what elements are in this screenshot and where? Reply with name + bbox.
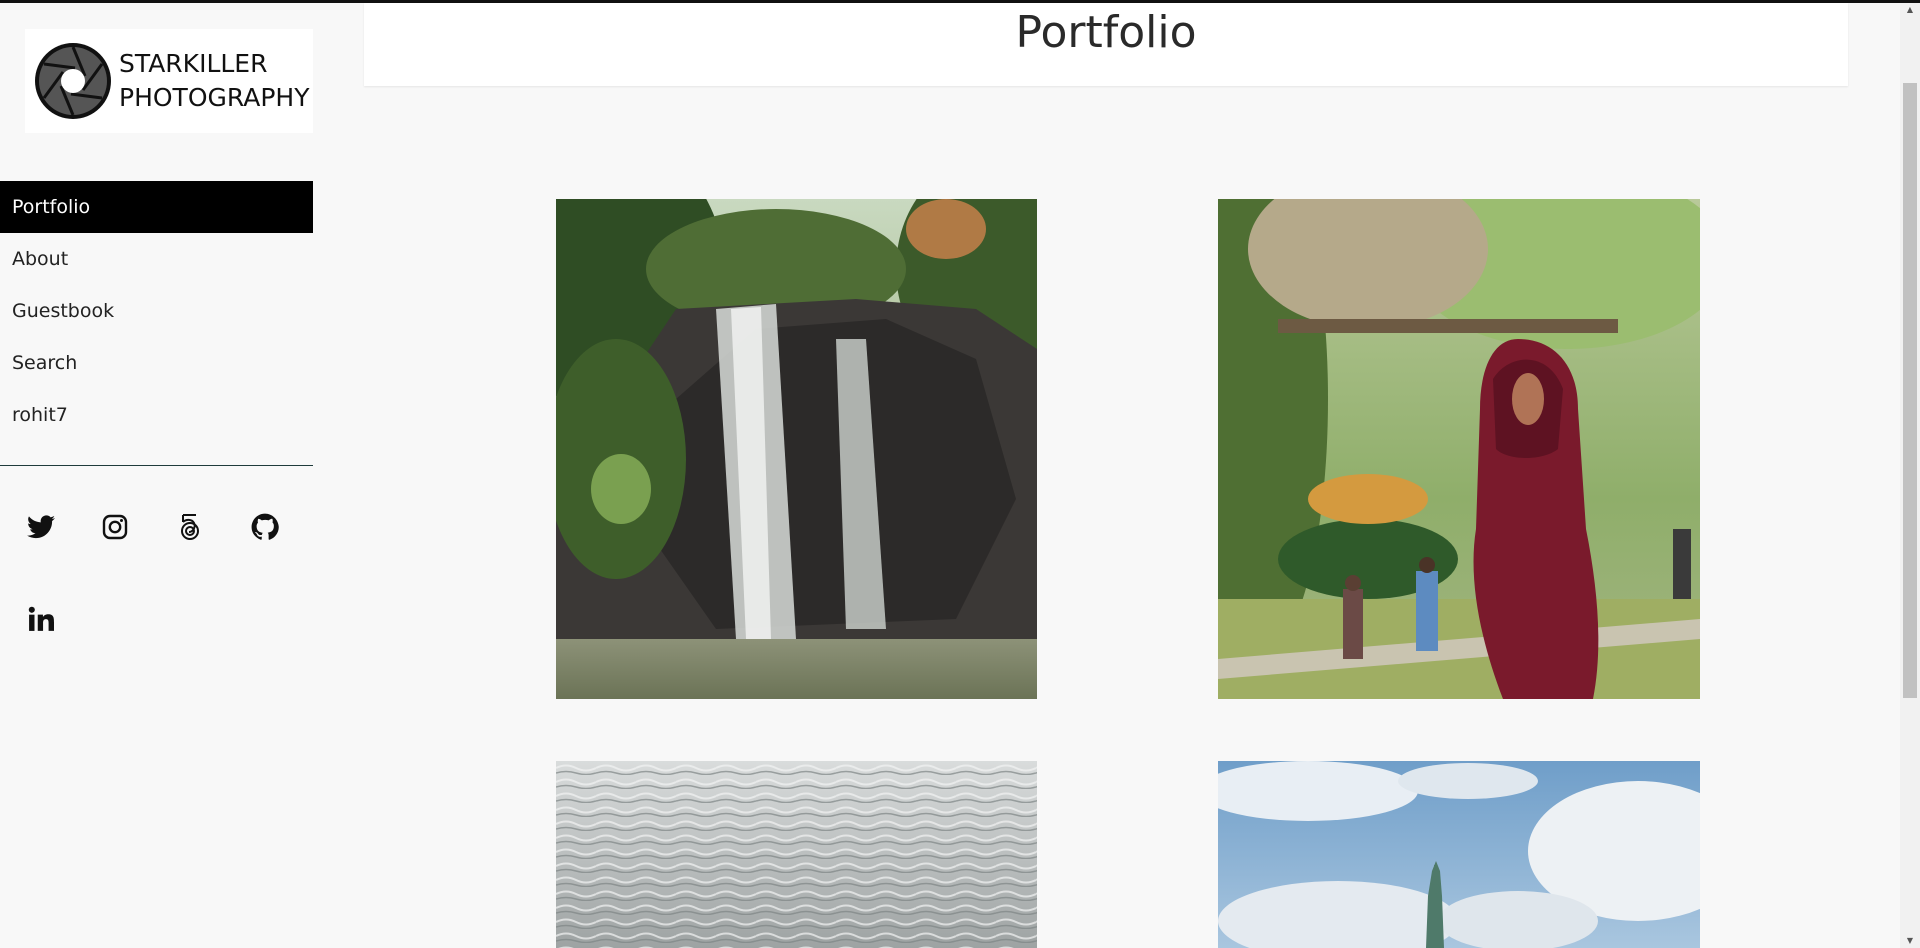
logo-text: STARKILLER PHOTOGRAPHY [119,47,309,115]
nav-item-label: rohit7 [12,404,68,426]
page-scrollbar[interactable]: ▲ ▼ [1900,3,1920,948]
nav-item-user[interactable]: rohit7 [0,389,313,441]
nav-item-portfolio[interactable]: Portfolio [0,181,313,233]
scroll-thumb[interactable] [1903,83,1917,698]
nav-item-label: Search [12,352,78,374]
aperture-logo-icon [35,43,111,119]
instagram-icon[interactable] [99,511,131,543]
nav-item-label: Portfolio [12,196,91,218]
site-logo[interactable]: STARKILLER PHOTOGRAPHY [25,29,313,133]
page-title: Portfolio [1015,7,1197,58]
water-image [556,761,1037,948]
photo-waterfall[interactable] [556,199,1037,699]
nav-item-guestbook[interactable]: Guestbook [0,285,313,337]
page-header: Portfolio [364,3,1848,86]
nav-item-search[interactable]: Search [0,337,313,389]
nav-item-about[interactable]: About [0,233,313,285]
scroll-down-icon[interactable]: ▼ [1904,936,1916,946]
photo-statue-of-liberty[interactable] [1218,761,1700,948]
500px-icon[interactable] [174,511,206,543]
scroll-up-icon[interactable]: ▲ [1904,5,1916,15]
statue-image [1218,761,1700,948]
photo-water-surface[interactable] [556,761,1037,948]
nav-item-label: Guestbook [12,300,115,322]
logo-line-1: STARKILLER [119,49,268,78]
twitter-icon[interactable] [25,511,57,543]
portrait-image [1218,199,1700,699]
linkedin-icon[interactable] [25,603,57,635]
sidebar: STARKILLER PHOTOGRAPHY Portfolio About G… [0,3,313,948]
main-nav: Portfolio About Guestbook Search rohit7 [0,181,313,441]
github-icon[interactable] [249,511,281,543]
waterfall-image [556,199,1037,699]
nav-item-label: About [12,248,69,270]
photo-girl-in-scarf[interactable] [1218,199,1700,699]
sidebar-divider [0,465,313,466]
logo-line-2: PHOTOGRAPHY [119,83,310,112]
